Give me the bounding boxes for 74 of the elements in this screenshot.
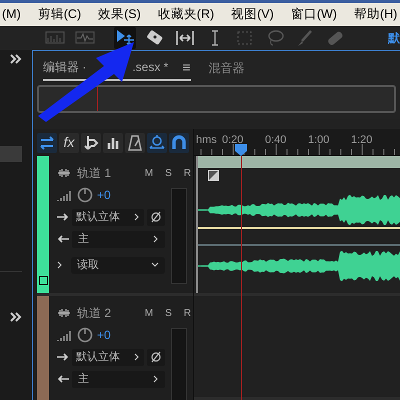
expand-icon[interactable]	[10, 54, 22, 64]
output-select[interactable]: 主	[72, 230, 165, 248]
metronome-icon	[126, 134, 144, 151]
track-toggle-button[interactable]: M	[144, 306, 154, 320]
phase-invert-icon	[150, 211, 162, 223]
track-name[interactable]: 轨道 1	[77, 164, 112, 182]
menu-item[interactable]: (M)	[2, 5, 21, 24]
output-arrow-icon	[57, 374, 69, 384]
expand-icon[interactable]	[10, 312, 22, 322]
magnet-icon	[170, 134, 188, 151]
phase-invert-icon	[150, 351, 162, 363]
volume-value[interactable]: +0	[97, 186, 111, 204]
track-tool-button[interactable]	[147, 132, 167, 152]
volume-knob[interactable]	[77, 187, 93, 203]
time-unit: hms	[196, 133, 217, 148]
output-arrow-icon	[57, 234, 69, 244]
waveform-icon	[57, 168, 71, 178]
chevron-icon	[134, 353, 140, 361]
menu-item[interactable]: 效果(S)	[98, 5, 141, 24]
expand-chevron-icon[interactable]	[57, 261, 63, 269]
playhead-marker	[97, 87, 98, 111]
track-toggle-button[interactable]: M	[144, 166, 154, 180]
send-icon	[82, 134, 100, 151]
volume-value[interactable]: +0	[97, 326, 111, 344]
timeline-ruler[interactable]: hms 0:20 0:40 1:00 1:20	[194, 129, 400, 156]
volume-bars-icon	[57, 328, 73, 342]
slip-tool-icon	[175, 29, 195, 47]
output-select[interactable]: 主	[72, 370, 165, 388]
track-toggle-button[interactable]: S	[165, 306, 172, 320]
time-label: 0:20	[222, 133, 244, 148]
menu-item[interactable]: 帮助(H)	[354, 5, 398, 24]
workspace-label[interactable]: 默	[388, 29, 400, 47]
track-tool-button[interactable]	[125, 132, 145, 152]
track-tool-button[interactable]	[103, 132, 123, 152]
track-tool-button[interactable]	[37, 132, 57, 152]
time-label: 1:00	[308, 133, 330, 148]
square-icon	[38, 276, 48, 285]
audio-clip[interactable]	[196, 156, 400, 293]
track-tool-button[interactable]: fx	[59, 132, 79, 152]
volume-bars-icon	[57, 188, 73, 202]
menu-item[interactable]: 视图(V)	[231, 5, 274, 24]
track-name[interactable]: 轨道 2	[77, 304, 112, 322]
menu-item[interactable]: 收藏夹(R)	[158, 5, 214, 24]
track-tool-button[interactable]	[169, 132, 189, 152]
automation-select[interactable]: 读取	[71, 256, 165, 274]
dropdown-icon	[151, 262, 159, 268]
input-arrow-icon	[57, 352, 69, 362]
tool-button[interactable]	[114, 27, 136, 49]
editor-tab[interactable]: 混音器	[208, 55, 245, 81]
brush-icon	[295, 29, 315, 47]
volume-knob[interactable]	[77, 327, 93, 343]
time-label: 1:20	[351, 133, 372, 148]
track-toggle-button[interactable]: R	[184, 166, 191, 180]
swap-icon	[38, 134, 56, 151]
menu-item[interactable]: 剪辑(C)	[38, 5, 82, 24]
input-select[interactable]: 默认立体	[72, 348, 144, 366]
input-select[interactable]: 默认立体	[72, 208, 144, 226]
fade-handle-icon[interactable]	[208, 170, 219, 181]
phase-button[interactable]	[147, 208, 165, 226]
chevron-icon	[134, 213, 140, 221]
waveform-icon	[57, 308, 71, 318]
phase-button[interactable]	[147, 348, 165, 366]
move-tool-icon	[115, 29, 135, 47]
chevron-icon	[153, 375, 159, 383]
menu-item[interactable]: 窗口(W)	[290, 5, 337, 24]
time-label: 0:40	[265, 133, 286, 148]
input-arrow-icon	[57, 212, 69, 222]
panel-row	[0, 146, 22, 162]
stopwatch-icon	[148, 134, 166, 151]
track-toggle-button[interactable]: S	[165, 166, 172, 180]
chevron-icon	[153, 235, 159, 243]
track-toggle-button[interactable]: R	[184, 306, 191, 320]
panel-menu-icon[interactable]: ≡	[182, 56, 191, 78]
track-tool-button[interactable]	[81, 132, 101, 152]
